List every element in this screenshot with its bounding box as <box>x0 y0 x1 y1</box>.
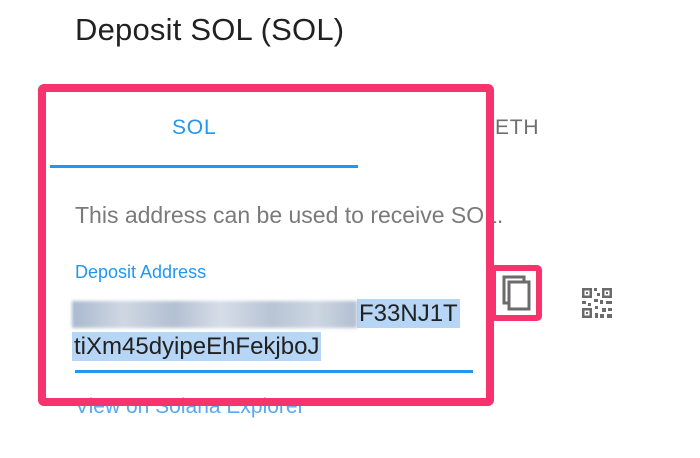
qr-code-icon <box>582 288 612 318</box>
tab-sol[interactable]: SOL <box>172 116 216 140</box>
deposit-description: This address can be used to receive SOL. <box>75 202 504 228</box>
view-on-explorer-link[interactable]: View on Solana Explorer <box>75 395 305 419</box>
address-line-1-tail: F33NJ1T <box>357 299 460 328</box>
deposit-address-field[interactable]: F33NJ1T tiXm45dyipeEhFekjboJ <box>72 297 472 363</box>
redacted-address-segment <box>72 301 357 329</box>
page-title: Deposit SOL (SOL) <box>75 12 345 47</box>
qr-code-button[interactable] <box>580 286 614 320</box>
deposit-address-label: Deposit Address <box>75 262 207 282</box>
copy-icon <box>502 275 531 311</box>
copy-address-button[interactable] <box>496 271 536 315</box>
tab-eth[interactable]: ETH <box>495 116 539 140</box>
active-tab-indicator <box>50 165 358 168</box>
address-line-2: tiXm45dyipeEhFekjboJ <box>72 330 472 363</box>
address-field-underline <box>75 370 473 373</box>
address-line-2-text: tiXm45dyipeEhFekjboJ <box>72 332 322 361</box>
address-line-1: F33NJ1T <box>72 297 472 330</box>
